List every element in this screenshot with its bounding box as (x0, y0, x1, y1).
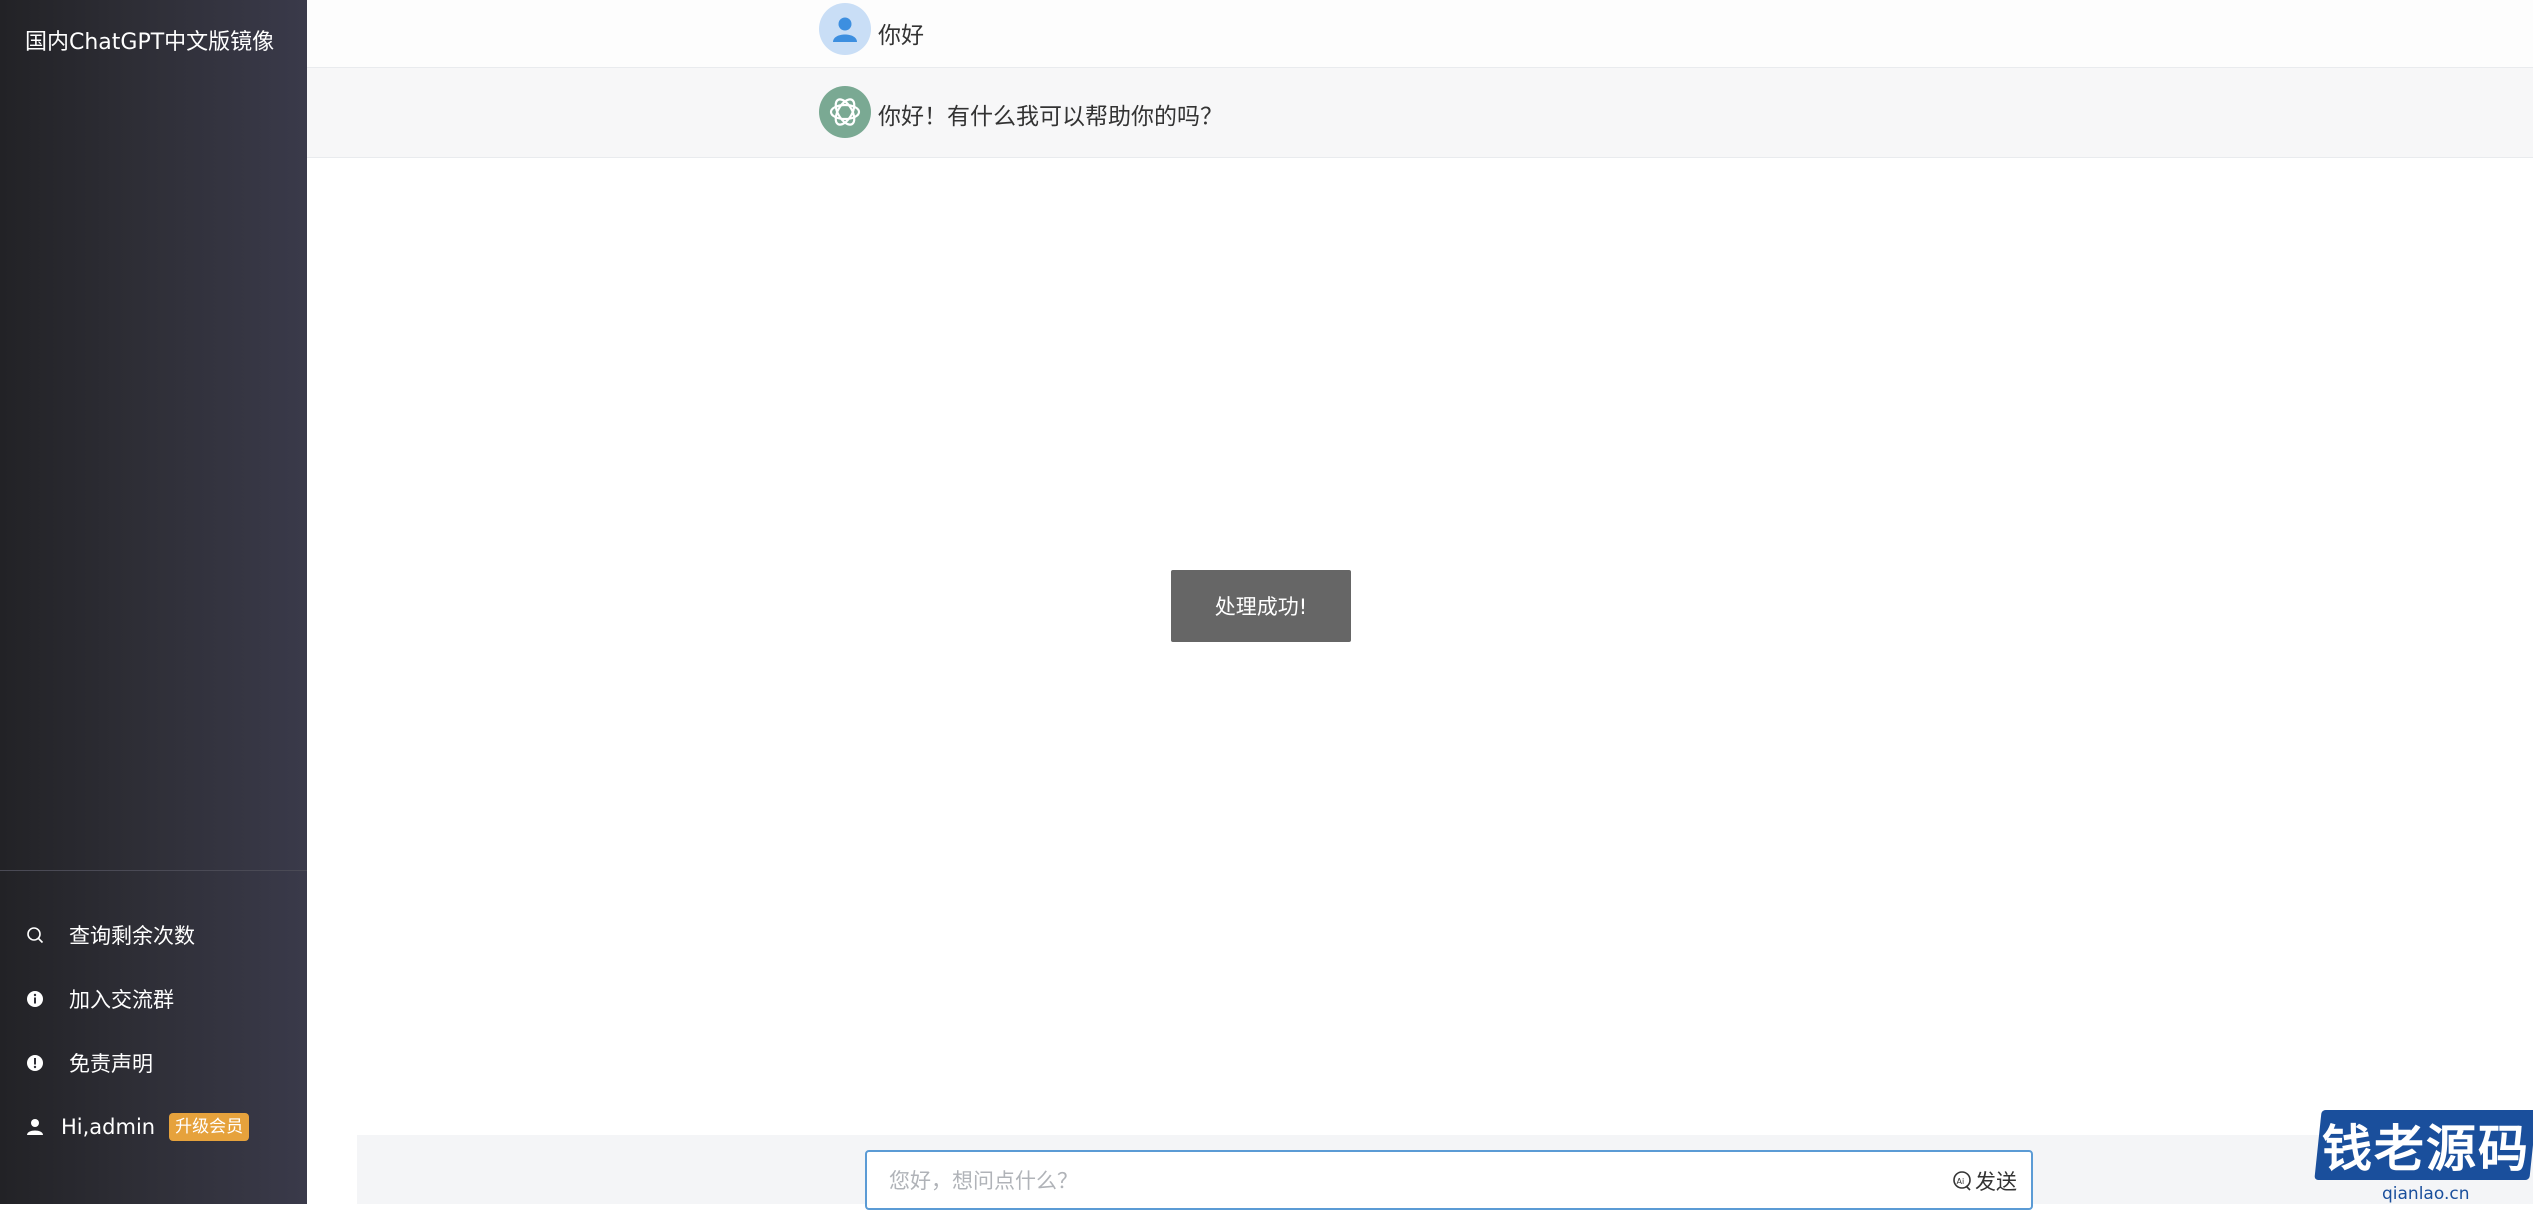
sidebar-item-join-group[interactable]: 加入交流群 (25, 979, 174, 1019)
sidebar-item-disclaimer[interactable]: 免责声明 (25, 1043, 153, 1083)
app-title: 国内ChatGPT中文版镜像 (25, 30, 275, 55)
watermark-url: qianlao.cn (2382, 1184, 2470, 1204)
chat-message-user: 你好 (307, 0, 2533, 68)
sidebar: 国内ChatGPT中文版镜像 查询剩余次数 加入交流群 免责声明 Hi,admi… (0, 0, 307, 1204)
openai-logo-icon (819, 86, 871, 138)
send-label: 发送 (1975, 1170, 2017, 1194)
user-avatar-icon (819, 3, 871, 55)
sidebar-item-label: 加入交流群 (69, 988, 174, 1012)
sidebar-item-label: 查询剩余次数 (69, 924, 195, 948)
ai-chat-icon: Ai (1951, 1170, 1973, 1192)
alert-icon (25, 1053, 45, 1073)
message-text: 你好！有什么我可以帮助你的吗？ (878, 104, 1223, 130)
user-greeting: Hi,admin (61, 1115, 156, 1139)
chat-input[interactable] (887, 1162, 1891, 1200)
chat-message-assistant: 你好！有什么我可以帮助你的吗？ (307, 68, 2533, 158)
chat-input-box: Ai 发送 (865, 1150, 2033, 1210)
watermark-badge: 钱老源码 (2314, 1110, 2533, 1180)
sidebar-divider (0, 870, 307, 871)
sidebar-item-query-remaining[interactable]: 查询剩余次数 (25, 915, 195, 955)
sidebar-item-label: 免责声明 (69, 1052, 153, 1076)
user-icon (25, 1117, 45, 1137)
watermark-text: 钱老源码 (2321, 1120, 2530, 1178)
message-text: 你好 (878, 23, 924, 49)
svg-text:Ai: Ai (1957, 1177, 1965, 1186)
success-toast: 处理成功! (1171, 570, 1351, 642)
sidebar-user[interactable]: Hi,admin 升级会员 (25, 1107, 250, 1147)
search-icon (25, 925, 45, 945)
send-button[interactable]: Ai 发送 (1951, 1166, 2017, 1196)
watermark-logo: 钱老源码 qianlao.cn (2310, 1098, 2533, 1204)
chat-area: 你好 你好！有什么我可以帮助你的吗？ (307, 0, 2533, 1204)
upgrade-member-badge[interactable]: 升级会员 (169, 1113, 250, 1141)
info-icon (25, 989, 45, 1009)
